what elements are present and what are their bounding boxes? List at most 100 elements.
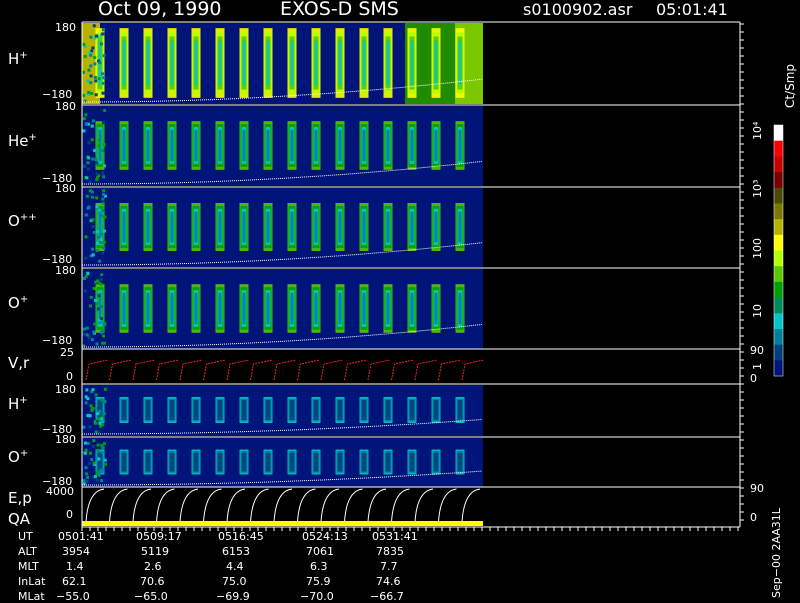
noise-pixel bbox=[91, 195, 95, 199]
noise-pixel bbox=[84, 235, 88, 239]
noise-pixel bbox=[98, 134, 102, 138]
noise-pixel bbox=[87, 167, 91, 171]
cell: 2.6 bbox=[144, 560, 162, 573]
ytick-top: 180 bbox=[55, 264, 76, 277]
spectrogram-streak bbox=[314, 292, 318, 325]
cell: 0501:41 bbox=[58, 530, 104, 543]
right-tick-bottom: 0 bbox=[750, 511, 757, 524]
spectrogram-streak bbox=[385, 452, 391, 472]
row-label: InLat bbox=[18, 575, 46, 588]
noise-pixel bbox=[98, 422, 102, 426]
noise-pixel bbox=[99, 277, 103, 281]
colorbar-label: 10³ bbox=[751, 179, 764, 198]
noise-pixel bbox=[94, 407, 98, 411]
noise-pixel bbox=[93, 421, 97, 425]
noise-pixel bbox=[84, 256, 88, 260]
spectrogram-streak bbox=[242, 292, 246, 325]
noise-pixel bbox=[91, 119, 95, 123]
spectrogram-streak bbox=[290, 292, 294, 325]
noise-pixel bbox=[89, 295, 93, 299]
noise-pixel bbox=[97, 417, 101, 421]
spectrogram-streak bbox=[385, 400, 391, 420]
noise-pixel bbox=[95, 342, 99, 346]
noise-pixel bbox=[88, 304, 92, 308]
noise-pixel bbox=[102, 76, 106, 80]
colorbar-swatch bbox=[774, 187, 783, 204]
spectrogram-streak bbox=[290, 40, 294, 86]
colorbar-swatch bbox=[774, 328, 783, 346]
noise-pixel bbox=[103, 400, 107, 404]
noise-pixel bbox=[99, 237, 103, 241]
noise-pixel bbox=[101, 251, 105, 255]
spectrogram-streak bbox=[457, 452, 463, 472]
cell: 0509:17 bbox=[136, 530, 182, 543]
spectrogram-streak bbox=[193, 400, 199, 420]
spectrogram-streak bbox=[289, 452, 295, 472]
noise-pixel bbox=[88, 451, 92, 455]
noise-pixel bbox=[89, 35, 93, 39]
spectrogram-streak bbox=[218, 211, 222, 243]
noise-pixel bbox=[86, 79, 90, 83]
spectrogram-streak bbox=[241, 400, 247, 420]
spectrogram-bg bbox=[82, 106, 483, 186]
spectrogram-streak bbox=[458, 129, 462, 162]
cell: −66.7 bbox=[370, 590, 404, 603]
colorbar-swatch bbox=[774, 250, 783, 267]
noise-pixel bbox=[102, 164, 106, 168]
noise-pixel bbox=[93, 299, 97, 303]
noise-pixel bbox=[96, 302, 100, 306]
noise-pixel bbox=[91, 157, 95, 161]
spectrogram-streak bbox=[217, 400, 223, 420]
noise-pixel bbox=[97, 138, 101, 142]
noise-pixel bbox=[103, 321, 107, 325]
qa-bar bbox=[82, 521, 483, 526]
cell: 62.1 bbox=[62, 575, 87, 588]
cell: 7.7 bbox=[380, 560, 398, 573]
noise-pixel bbox=[102, 246, 106, 250]
noise-pixel bbox=[94, 430, 98, 434]
noise-pixel bbox=[84, 122, 88, 126]
noise-pixel bbox=[96, 449, 100, 453]
noise-pixel bbox=[101, 192, 105, 196]
noise-pixel bbox=[90, 247, 94, 251]
colorbar-label: 1 bbox=[751, 363, 764, 370]
spectrogram-streak bbox=[362, 292, 366, 325]
colorbar-swatch bbox=[774, 297, 783, 314]
noise-pixel bbox=[87, 68, 91, 72]
noise-pixel bbox=[93, 62, 97, 66]
noise-pixel bbox=[101, 32, 105, 36]
noise-pixel bbox=[93, 76, 97, 80]
spectrogram-streak bbox=[265, 452, 271, 472]
noise-pixel bbox=[103, 458, 107, 462]
noise-pixel bbox=[101, 28, 105, 32]
colorbar-swatch bbox=[774, 203, 783, 220]
spectrogram-streak bbox=[314, 211, 318, 243]
spectrogram-streak bbox=[266, 292, 270, 325]
noise-pixel bbox=[101, 81, 105, 85]
spectrogram-streak bbox=[361, 452, 367, 472]
noise-pixel bbox=[101, 91, 105, 95]
noise-pixel bbox=[82, 327, 86, 331]
noise-pixel bbox=[100, 330, 104, 334]
right-tick-top: 90 bbox=[750, 344, 764, 357]
spectrogram-streak bbox=[194, 211, 198, 243]
noise-pixel bbox=[96, 307, 100, 311]
spectrogram-streak bbox=[338, 211, 342, 243]
spectrogram-streak bbox=[242, 40, 246, 86]
noise-pixel bbox=[86, 271, 90, 275]
noise-pixel bbox=[99, 42, 103, 46]
noise-pixel bbox=[94, 157, 98, 161]
noise-pixel bbox=[88, 462, 92, 466]
spectrogram-streak bbox=[290, 211, 294, 243]
spectrogram-streak bbox=[266, 40, 270, 86]
noise-pixel bbox=[84, 466, 88, 470]
noise-pixel bbox=[91, 225, 95, 229]
spectrogram-streak bbox=[169, 400, 175, 420]
spectrogram-streak bbox=[338, 129, 342, 162]
spectrogram-streak bbox=[410, 211, 414, 243]
spectrogram-streak bbox=[434, 292, 438, 325]
noise-pixel bbox=[99, 317, 103, 321]
colorbar-unit: Ct/Smp bbox=[783, 63, 797, 108]
noise-pixel bbox=[102, 54, 106, 58]
noise-pixel bbox=[87, 336, 91, 340]
